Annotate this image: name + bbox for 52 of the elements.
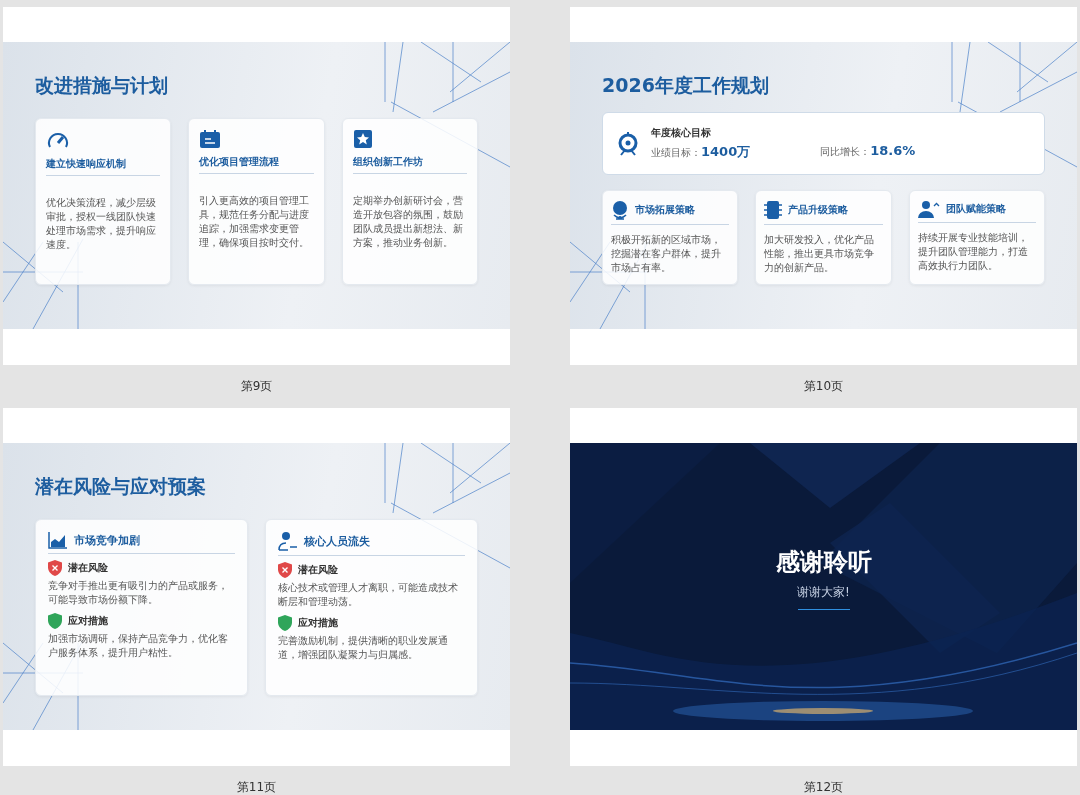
card-text: 引入更高效的项目管理工具，规范任务分配与进度追踪，加强需求变更管理，确保项目按时交付。 <box>199 194 311 250</box>
metric-label: 业绩目标： <box>651 146 701 160</box>
item-text: 完善激励机制，提供清晰的职业发展通道，增强团队凝聚力与归属感。 <box>278 634 449 662</box>
warning-shield-icon <box>48 560 62 576</box>
card-heading: 产品升级策略 <box>788 203 849 217</box>
page-label: 第12页 <box>803 779 844 795</box>
slide-thumbnail[interactable]: 潜在风险与应对预案 市场竞争加剧 潜在风险 竞争对手推出更有吸引力的产品或服务，可能导致市场份额下降。 应对措施 加强市场调研，保持产品竞争力，优化客户服务体系，提升用户粘性。 核心人员流失 潜在风险 核心技术或管理人才离职，可能造成技术断层和管理动荡。 应对措施 完善激励机制，提供清晰的职业发展通道，增强团队凝聚力与归属感。 <box>3 408 510 766</box>
item-label: 应对措施 <box>68 614 108 628</box>
chip-icon <box>764 200 783 220</box>
item-label: 潜在风险 <box>298 563 338 577</box>
card-text: 加大研发投入，优化产品性能，推出更具市场竞争力的创新产品。 <box>764 233 876 275</box>
shield-icon <box>48 613 62 629</box>
person-icon <box>917 200 940 218</box>
card-text: 持续开展专业技能培训，提升团队管理能力，打造高效执行力团队。 <box>917 231 1029 273</box>
slide-title: 感谢聆听 <box>775 547 872 578</box>
card-heading: 核心人员流失 <box>304 533 370 549</box>
person-icon <box>278 531 298 551</box>
card-heading: 市场竞争加剧 <box>74 532 140 548</box>
card-heading: 市场拓展策略 <box>635 203 695 217</box>
item-label: 应对措施 <box>298 616 338 630</box>
card-heading: 建立快速响应机制 <box>46 157 126 171</box>
item-label: 潜在风险 <box>68 561 108 575</box>
slide-thumbnail[interactable]: 改进措施与计划 建立快速响应机制 优化决策流程，减少层级审批，授权一线团队快速处理市场需求，提升响应速度。 优化项目管理流程 引入更高效的项目管理工具，规范任务分配与进度追踪，加强需求变更管理，确保项目按时交付。 组织创新工作坊 定期举办创新研讨会，营造开放包容的氛围，鼓励团队成员提出新想法、新方案，推动业务创新。 <box>3 7 510 365</box>
card-heading: 组织创新工作坊 <box>352 155 423 169</box>
slide-title: 潜在风险与应对预案 <box>35 474 206 498</box>
slide-title: 改进措施与计划 <box>35 73 168 97</box>
card-heading: 团队赋能策略 <box>945 202 1006 216</box>
card-text: 定期举办创新研讨会，营造开放包容的氛围，鼓励团队成员提出新想法、新方案，推动业务创新。 <box>352 194 464 250</box>
metric-value: 1400万 <box>701 143 751 161</box>
slide-thumbnail[interactable]: 感谢聆听 谢谢大家! <box>570 408 1077 766</box>
metric-value: 18.6% <box>870 143 916 158</box>
slide-title: 2026年度工作规划 <box>602 73 769 97</box>
item-text: 竞争对手推出更有吸引力的产品或服务，可能导致市场份额下降。 <box>48 579 229 607</box>
card-text: 积极开拓新的区域市场，挖掘潜在客户群体，提升市场占有率。 <box>611 233 722 275</box>
warning-shield-icon <box>278 562 292 578</box>
slide-thumbnail[interactable]: 2026年度工作规划 年度核心目标 业绩目标：1400万 同比增长：18.6% 市场拓展策略 积极开拓新的区域市场，挖掘潜在客户群体，提升市场占有率。 产品升级策略 加大研发投入，优化产品性能，推出更具市场竞争力的创新产品。 团队赋能策略 持续开展专业技能培训，提升团队管理能力，打造高效执行力团队。 <box>570 7 1077 365</box>
calendar-icon <box>199 129 222 149</box>
metric-label: 同比增长： <box>820 145 871 159</box>
page-label: 第9页 <box>240 378 273 395</box>
item-text: 核心技术或管理人才离职，可能造成技术断层和管理动荡。 <box>278 581 459 609</box>
card-heading: 年度核心目标 <box>651 126 712 140</box>
page-label: 第11页 <box>236 779 277 795</box>
slide-subtitle: 谢谢大家! <box>797 584 850 601</box>
card-text: 优化决策流程，减少层级审批，授权一线团队快速处理市场需求，提升响应速度。 <box>46 196 157 252</box>
card-heading: 优化项目管理流程 <box>199 155 280 169</box>
star-badge-icon <box>352 129 373 149</box>
area-chart-icon <box>48 531 68 549</box>
globe-icon <box>611 200 629 220</box>
item-text: 加强市场调研，保持产品竞争力，优化客户服务体系，提升用户粘性。 <box>48 632 229 660</box>
target-icon <box>617 131 639 156</box>
shield-icon <box>278 615 292 631</box>
page-label: 第10页 <box>803 378 844 395</box>
